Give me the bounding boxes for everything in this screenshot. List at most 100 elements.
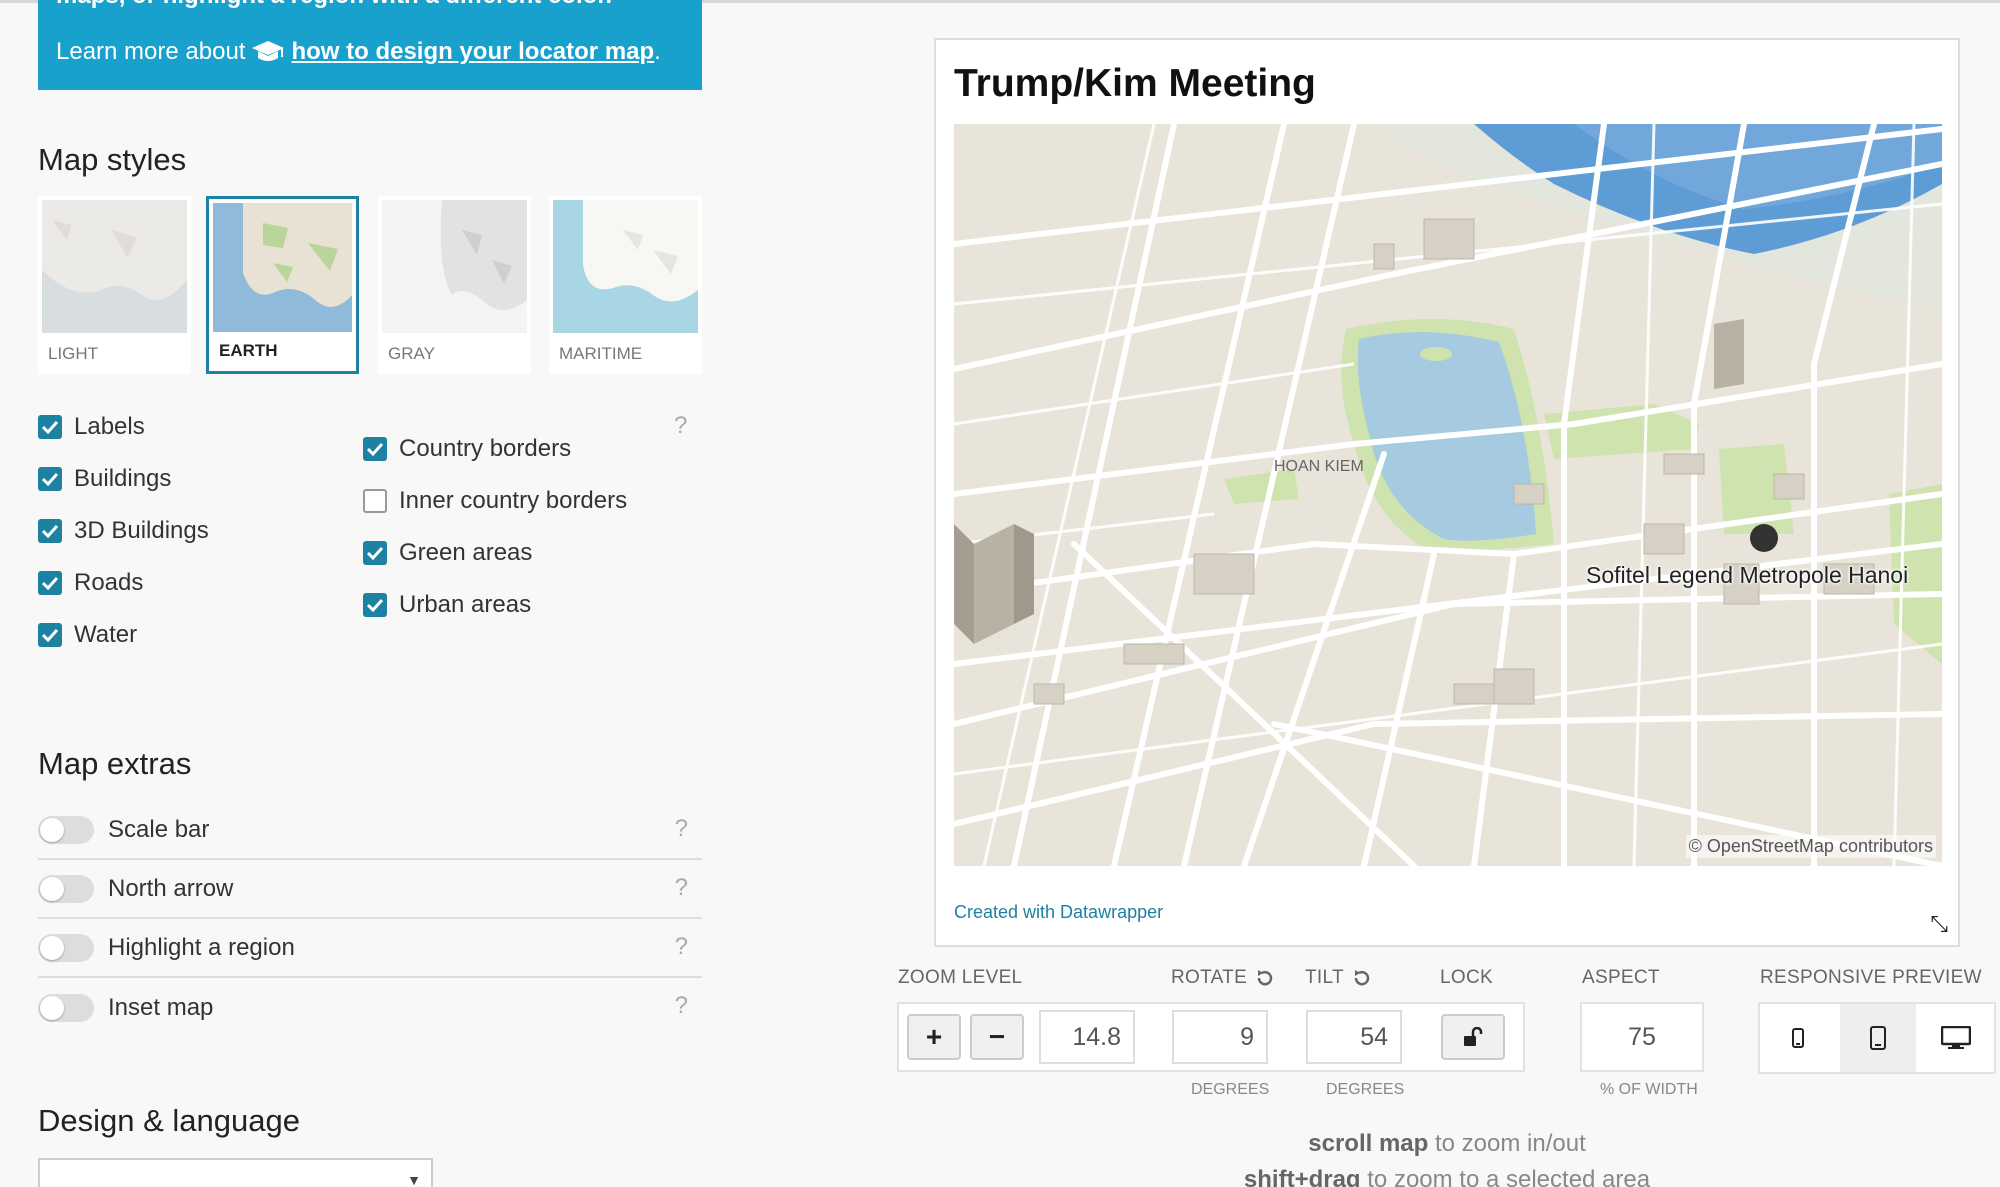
style-thumbnail-gray [382, 200, 527, 333]
layer-inner-country-borders-checkbox[interactable]: Inner country borders [363, 487, 627, 515]
design-locator-map-link[interactable]: how to design your locator map [291, 38, 654, 66]
zoom-hint-text: to zoom in/out [1428, 1130, 1586, 1157]
toggle-knob [40, 817, 64, 842]
layer-buildings-label: Buildings [74, 465, 172, 492]
tilt-unit-label: DEGREES [1326, 1081, 1405, 1098]
inset-map-label: Inset map [108, 993, 214, 1021]
unlock-icon [1462, 1027, 1484, 1047]
responsive-preview-label: RESPONSIVE PREVIEW [1760, 967, 1982, 988]
zoom-level-input[interactable]: 14.8 [1039, 1010, 1135, 1064]
north-arrow-help-icon[interactable]: ? [675, 874, 688, 902]
layer-water-checkbox[interactable]: Water [38, 621, 137, 649]
style-tile-earth[interactable]: EARTH [206, 196, 359, 374]
layer-3d-buildings-checkbox[interactable]: 3D Buildings [38, 517, 209, 545]
datawrapper-credit-link[interactable]: Created with Datawrapper [954, 902, 1163, 923]
scale-bar-toggle-row[interactable]: Scale bar ? [38, 801, 702, 860]
map-styles-title: Map styles [38, 142, 187, 177]
checkbox-checked-icon [38, 519, 62, 543]
scale-bar-help-icon[interactable]: ? [675, 815, 688, 843]
layer-water-label: Water [74, 621, 138, 648]
location-marker-icon[interactable] [1750, 524, 1778, 552]
layer-labels-checkbox[interactable]: Labels [38, 413, 145, 441]
highlight-region-toggle-row[interactable]: Highlight a region ? [38, 919, 702, 978]
map-style-picker: LIGHT EARTH GRAY MARITIME [38, 196, 702, 376]
layer-roads-checkbox[interactable]: Roads [38, 569, 143, 597]
learn-more-suffix: . [654, 38, 661, 65]
preview-mobile-button[interactable] [1840, 1004, 1916, 1072]
map-canvas[interactable]: HOAN KIEM Sofitel Legend Metropole Hanoi… [954, 124, 1942, 866]
inset-map-toggle[interactable] [38, 993, 94, 1022]
district-label: HOAN KIEM [1274, 458, 1364, 475]
lock-button[interactable] [1441, 1014, 1505, 1060]
style-thumbnail-light [42, 200, 187, 333]
style-label-gray: GRAY [388, 344, 435, 363]
toggle-knob [40, 995, 64, 1020]
map-attribution[interactable]: © OpenStreetMap contributors [1685, 835, 1936, 858]
checkbox-checked-icon [38, 467, 62, 491]
aspect-input[interactable]: 75 [1588, 1010, 1696, 1064]
zoom-in-button[interactable]: + [907, 1014, 961, 1060]
layer-urban-areas-checkbox[interactable]: Urban areas [363, 591, 531, 619]
info-box: maps, or highlight a region with a diffe… [38, 0, 702, 90]
zoom-out-button[interactable]: − [970, 1014, 1024, 1060]
tilt-label: TILT [1305, 967, 1372, 989]
chevron-down-icon: ▼ [407, 1172, 421, 1187]
tilt-reset-icon[interactable] [1352, 968, 1372, 988]
style-label-maritime: MARITIME [559, 344, 643, 363]
style-tile-light[interactable]: LIGHT [38, 196, 191, 374]
aspect-group: 75 [1580, 1002, 1704, 1072]
monitor-icon [1941, 1026, 1971, 1050]
checkbox-checked-icon [38, 623, 62, 647]
highlight-region-toggle[interactable] [38, 933, 94, 962]
north-arrow-toggle[interactable] [38, 874, 94, 903]
aspect-label: ASPECT [1582, 967, 1660, 988]
checkbox-checked-icon [363, 437, 387, 461]
rotate-input[interactable]: 9 [1172, 1010, 1268, 1064]
checkbox-checked-icon [363, 593, 387, 617]
inset-map-toggle-row[interactable]: Inset map ? [38, 978, 702, 1037]
zoom-hint: scroll map to zoom in/out [934, 1130, 1960, 1158]
scale-bar-toggle[interactable] [38, 815, 94, 844]
style-thumbnail-maritime [553, 200, 698, 333]
layer-country-borders-label: Country borders [399, 435, 572, 462]
design-select[interactable]: ▼ [38, 1158, 433, 1187]
style-tile-gray[interactable]: GRAY [378, 196, 531, 374]
toggle-knob [40, 935, 64, 960]
layer-urban-areas-label: Urban areas [399, 591, 532, 618]
layers-help-icon[interactable]: ? [674, 412, 687, 440]
style-label-earth: EARTH [219, 341, 278, 360]
rotate-label: ROTATE [1171, 967, 1275, 989]
zoom-hint-key: scroll map [1308, 1130, 1429, 1157]
design-language-title: Design & language [38, 1103, 300, 1138]
north-arrow-label: North arrow [108, 874, 234, 902]
responsive-preview-group [1758, 1002, 1996, 1074]
layer-country-borders-checkbox[interactable]: Country borders [363, 435, 571, 463]
rotate-label-text: ROTATE [1171, 967, 1248, 988]
checkbox-checked-icon [38, 571, 62, 595]
style-tile-maritime[interactable]: MARITIME [549, 196, 702, 374]
preview-desktop-button[interactable] [1918, 1004, 1994, 1072]
preview-mobile-small-button[interactable] [1760, 1004, 1836, 1072]
drag-zoom-hint: shift+drag to zoom to a selected area [934, 1166, 1960, 1187]
rotate-reset-icon[interactable] [1255, 968, 1275, 988]
layer-green-areas-label: Green areas [399, 539, 533, 566]
layer-labels-label: Labels [74, 413, 145, 440]
graduation-cap-icon [251, 39, 285, 65]
layer-inner-country-borders-label: Inner country borders [399, 487, 628, 514]
checkbox-unchecked-icon [363, 489, 387, 513]
map-preview: Trump/Kim Meeting HOAN KIEM Sofitel Lege… [934, 38, 1960, 947]
resize-handle-icon[interactable]: ⤡ [1930, 911, 1948, 937]
checkbox-checked-icon [38, 415, 62, 439]
tilt-input[interactable]: 54 [1306, 1010, 1402, 1064]
north-arrow-toggle-row[interactable]: North arrow ? [38, 860, 702, 919]
aspect-unit-label: % OF WIDTH [1600, 1081, 1698, 1098]
layer-green-areas-checkbox[interactable]: Green areas [363, 539, 532, 567]
inset-map-help-icon[interactable]: ? [675, 992, 688, 1020]
map-graphic [954, 124, 1942, 866]
zoom-level-label: ZOOM LEVEL [898, 967, 1023, 988]
scale-bar-label: Scale bar [108, 815, 210, 843]
highlight-region-help-icon[interactable]: ? [675, 933, 688, 961]
rotate-unit-label: DEGREES [1191, 1081, 1270, 1098]
layer-buildings-checkbox[interactable]: Buildings [38, 465, 171, 493]
learn-more-prefix: Learn more about [56, 38, 246, 65]
